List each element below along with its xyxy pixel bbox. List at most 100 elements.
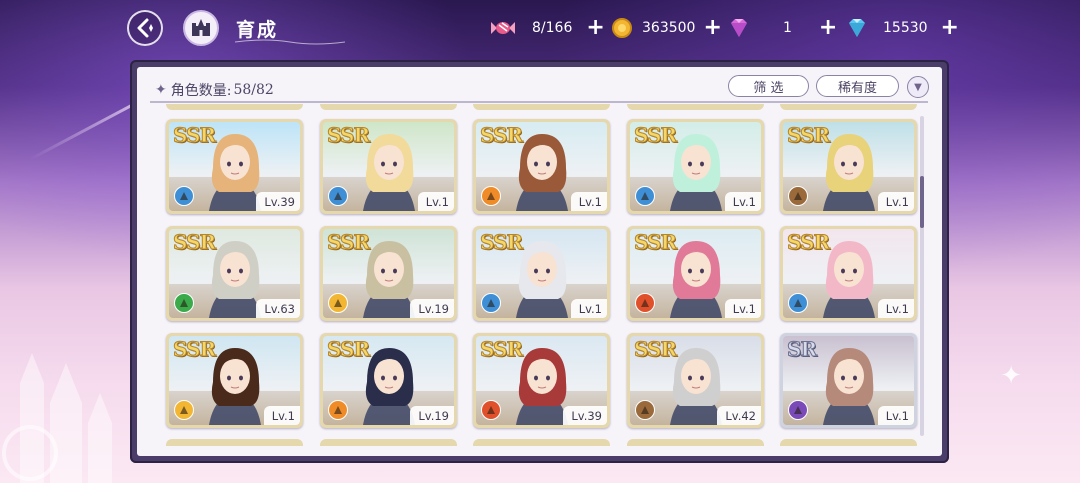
rarity-badge: SSR xyxy=(326,230,370,255)
card-art: SSR Lv.1 xyxy=(476,122,607,211)
level-label: Lv.39 xyxy=(563,406,607,425)
character-count-label: 角色数量: xyxy=(170,83,232,99)
character-card[interactable]: SSR Lv.39 xyxy=(166,119,303,214)
card-partial xyxy=(780,439,917,446)
attribute-icon xyxy=(174,400,194,420)
rarity-badge: SSR xyxy=(326,337,370,362)
card-art: SSR Lv.1 xyxy=(323,122,454,211)
attribute-icon xyxy=(328,186,348,206)
character-card[interactable]: SSR Lv.1 xyxy=(780,119,917,214)
scrollbar-track[interactable] xyxy=(920,116,924,436)
card-partial xyxy=(166,439,303,446)
attribute-icon xyxy=(174,186,194,206)
card-art: SSR Lv.1 xyxy=(630,229,761,318)
character-card[interactable]: SSR Lv.1 xyxy=(473,226,610,321)
card-partial xyxy=(780,104,917,110)
candy-icon xyxy=(491,22,515,34)
card-art: SSR Lv.1 xyxy=(630,122,761,211)
sort-order-button[interactable]: ▼ xyxy=(907,76,929,98)
character-card[interactable]: SSR Lv.42 xyxy=(627,333,764,428)
card-partial xyxy=(473,104,610,110)
sparkle-icon: ✦ xyxy=(1000,361,1022,391)
character-card[interactable]: SSR Lv.1 xyxy=(473,119,610,214)
pink-gem-value: 1 xyxy=(783,20,792,36)
card-art: SR Lv.1 xyxy=(783,336,914,425)
card-partial xyxy=(320,104,457,110)
add-blue-gem-button[interactable]: + xyxy=(941,17,959,39)
level-label: Lv.63 xyxy=(256,299,300,318)
character-count: ✦ 角色数量: 58/82 xyxy=(155,80,274,100)
attribute-icon xyxy=(635,400,655,420)
character-grid: SSR Lv.39 SSR Lv.1 SSR Lv.1 SSR Lv.1 SSR Lv.1 SSR L… xyxy=(150,104,920,446)
character-card[interactable]: SSR Lv.1 xyxy=(780,226,917,321)
card-art: SSR Lv.39 xyxy=(476,336,607,425)
character-card[interactable]: SSR Lv.19 xyxy=(320,333,457,428)
sort-rarity-button[interactable]: 稀有度 xyxy=(816,75,899,97)
card-partial xyxy=(627,104,764,110)
level-label: Lv.19 xyxy=(410,299,454,318)
top-bar: 育成 8/166 + 363500 + 1 + 15530 + xyxy=(0,0,1080,56)
title-flourish xyxy=(235,39,345,45)
character-card[interactable]: SR Lv.1 xyxy=(780,333,917,428)
rarity-badge: SSR xyxy=(172,123,216,148)
chevron-down-icon: ▼ xyxy=(914,81,922,93)
resource-pink-gem: 1 + xyxy=(726,16,837,40)
filter-button[interactable]: 筛 选 xyxy=(728,75,809,97)
card-art: SSR Lv.1 xyxy=(783,122,914,211)
rarity-badge: SSR xyxy=(479,337,523,362)
rarity-badge: SSR xyxy=(633,230,677,255)
character-count-value: 58/82 xyxy=(233,82,274,98)
back-arrow-icon xyxy=(137,18,153,38)
rarity-badge: SSR xyxy=(786,230,830,255)
card-art: SSR Lv.19 xyxy=(323,336,454,425)
coin-icon xyxy=(612,18,632,38)
attribute-icon xyxy=(635,186,655,206)
card-art: SSR Lv.42 xyxy=(630,336,761,425)
attribute-icon xyxy=(481,400,501,420)
blue-gem-value: 15530 xyxy=(883,20,928,36)
attribute-icon xyxy=(788,293,808,313)
level-label: Lv.1 xyxy=(877,406,914,425)
character-card[interactable]: SSR Lv.1 xyxy=(627,226,764,321)
attribute-icon xyxy=(481,293,501,313)
attribute-icon xyxy=(481,186,501,206)
card-art: SSR Lv.1 xyxy=(476,229,607,318)
add-coin-button[interactable]: + xyxy=(703,17,721,39)
character-card[interactable]: SSR Lv.63 xyxy=(166,226,303,321)
character-card[interactable]: SSR Lv.19 xyxy=(320,226,457,321)
add-pink-gem-button[interactable]: + xyxy=(819,17,837,39)
level-label: Lv.1 xyxy=(570,299,607,318)
scrollbar-thumb[interactable] xyxy=(920,176,924,228)
card-art: SSR Lv.63 xyxy=(169,229,300,318)
level-label: Lv.1 xyxy=(263,406,300,425)
level-label: Lv.42 xyxy=(717,406,761,425)
coin-value: 363500 xyxy=(642,20,696,36)
level-label: Lv.19 xyxy=(410,406,454,425)
resource-coin: 363500 + xyxy=(611,16,722,40)
rarity-badge: SSR xyxy=(172,230,216,255)
card-partial xyxy=(166,104,303,110)
castle-home-icon xyxy=(192,19,210,36)
attribute-icon xyxy=(328,293,348,313)
card-partial xyxy=(320,439,457,446)
level-label: Lv.1 xyxy=(724,299,761,318)
level-label: Lv.1 xyxy=(877,299,914,318)
divider xyxy=(150,101,928,103)
back-button[interactable] xyxy=(127,10,163,46)
attribute-icon xyxy=(788,400,808,420)
add-candy-button[interactable]: + xyxy=(586,17,604,39)
card-art: SSR Lv.1 xyxy=(169,336,300,425)
card-art: SSR Lv.19 xyxy=(323,229,454,318)
level-label: Lv.1 xyxy=(724,192,761,211)
rarity-badge: SSR xyxy=(786,123,830,148)
character-card[interactable]: SSR Lv.1 xyxy=(166,333,303,428)
character-card[interactable]: SSR Lv.1 xyxy=(320,119,457,214)
character-card[interactable]: SSR Lv.39 xyxy=(473,333,610,428)
rarity-badge: SSR xyxy=(326,123,370,148)
level-label: Lv.1 xyxy=(570,192,607,211)
resource-candy: 8/166 + xyxy=(490,16,605,40)
rarity-badge: SSR xyxy=(479,123,523,148)
character-card[interactable]: SSR Lv.1 xyxy=(627,119,764,214)
sparkle-icon: ✦ xyxy=(155,82,167,98)
home-button[interactable] xyxy=(183,10,219,46)
